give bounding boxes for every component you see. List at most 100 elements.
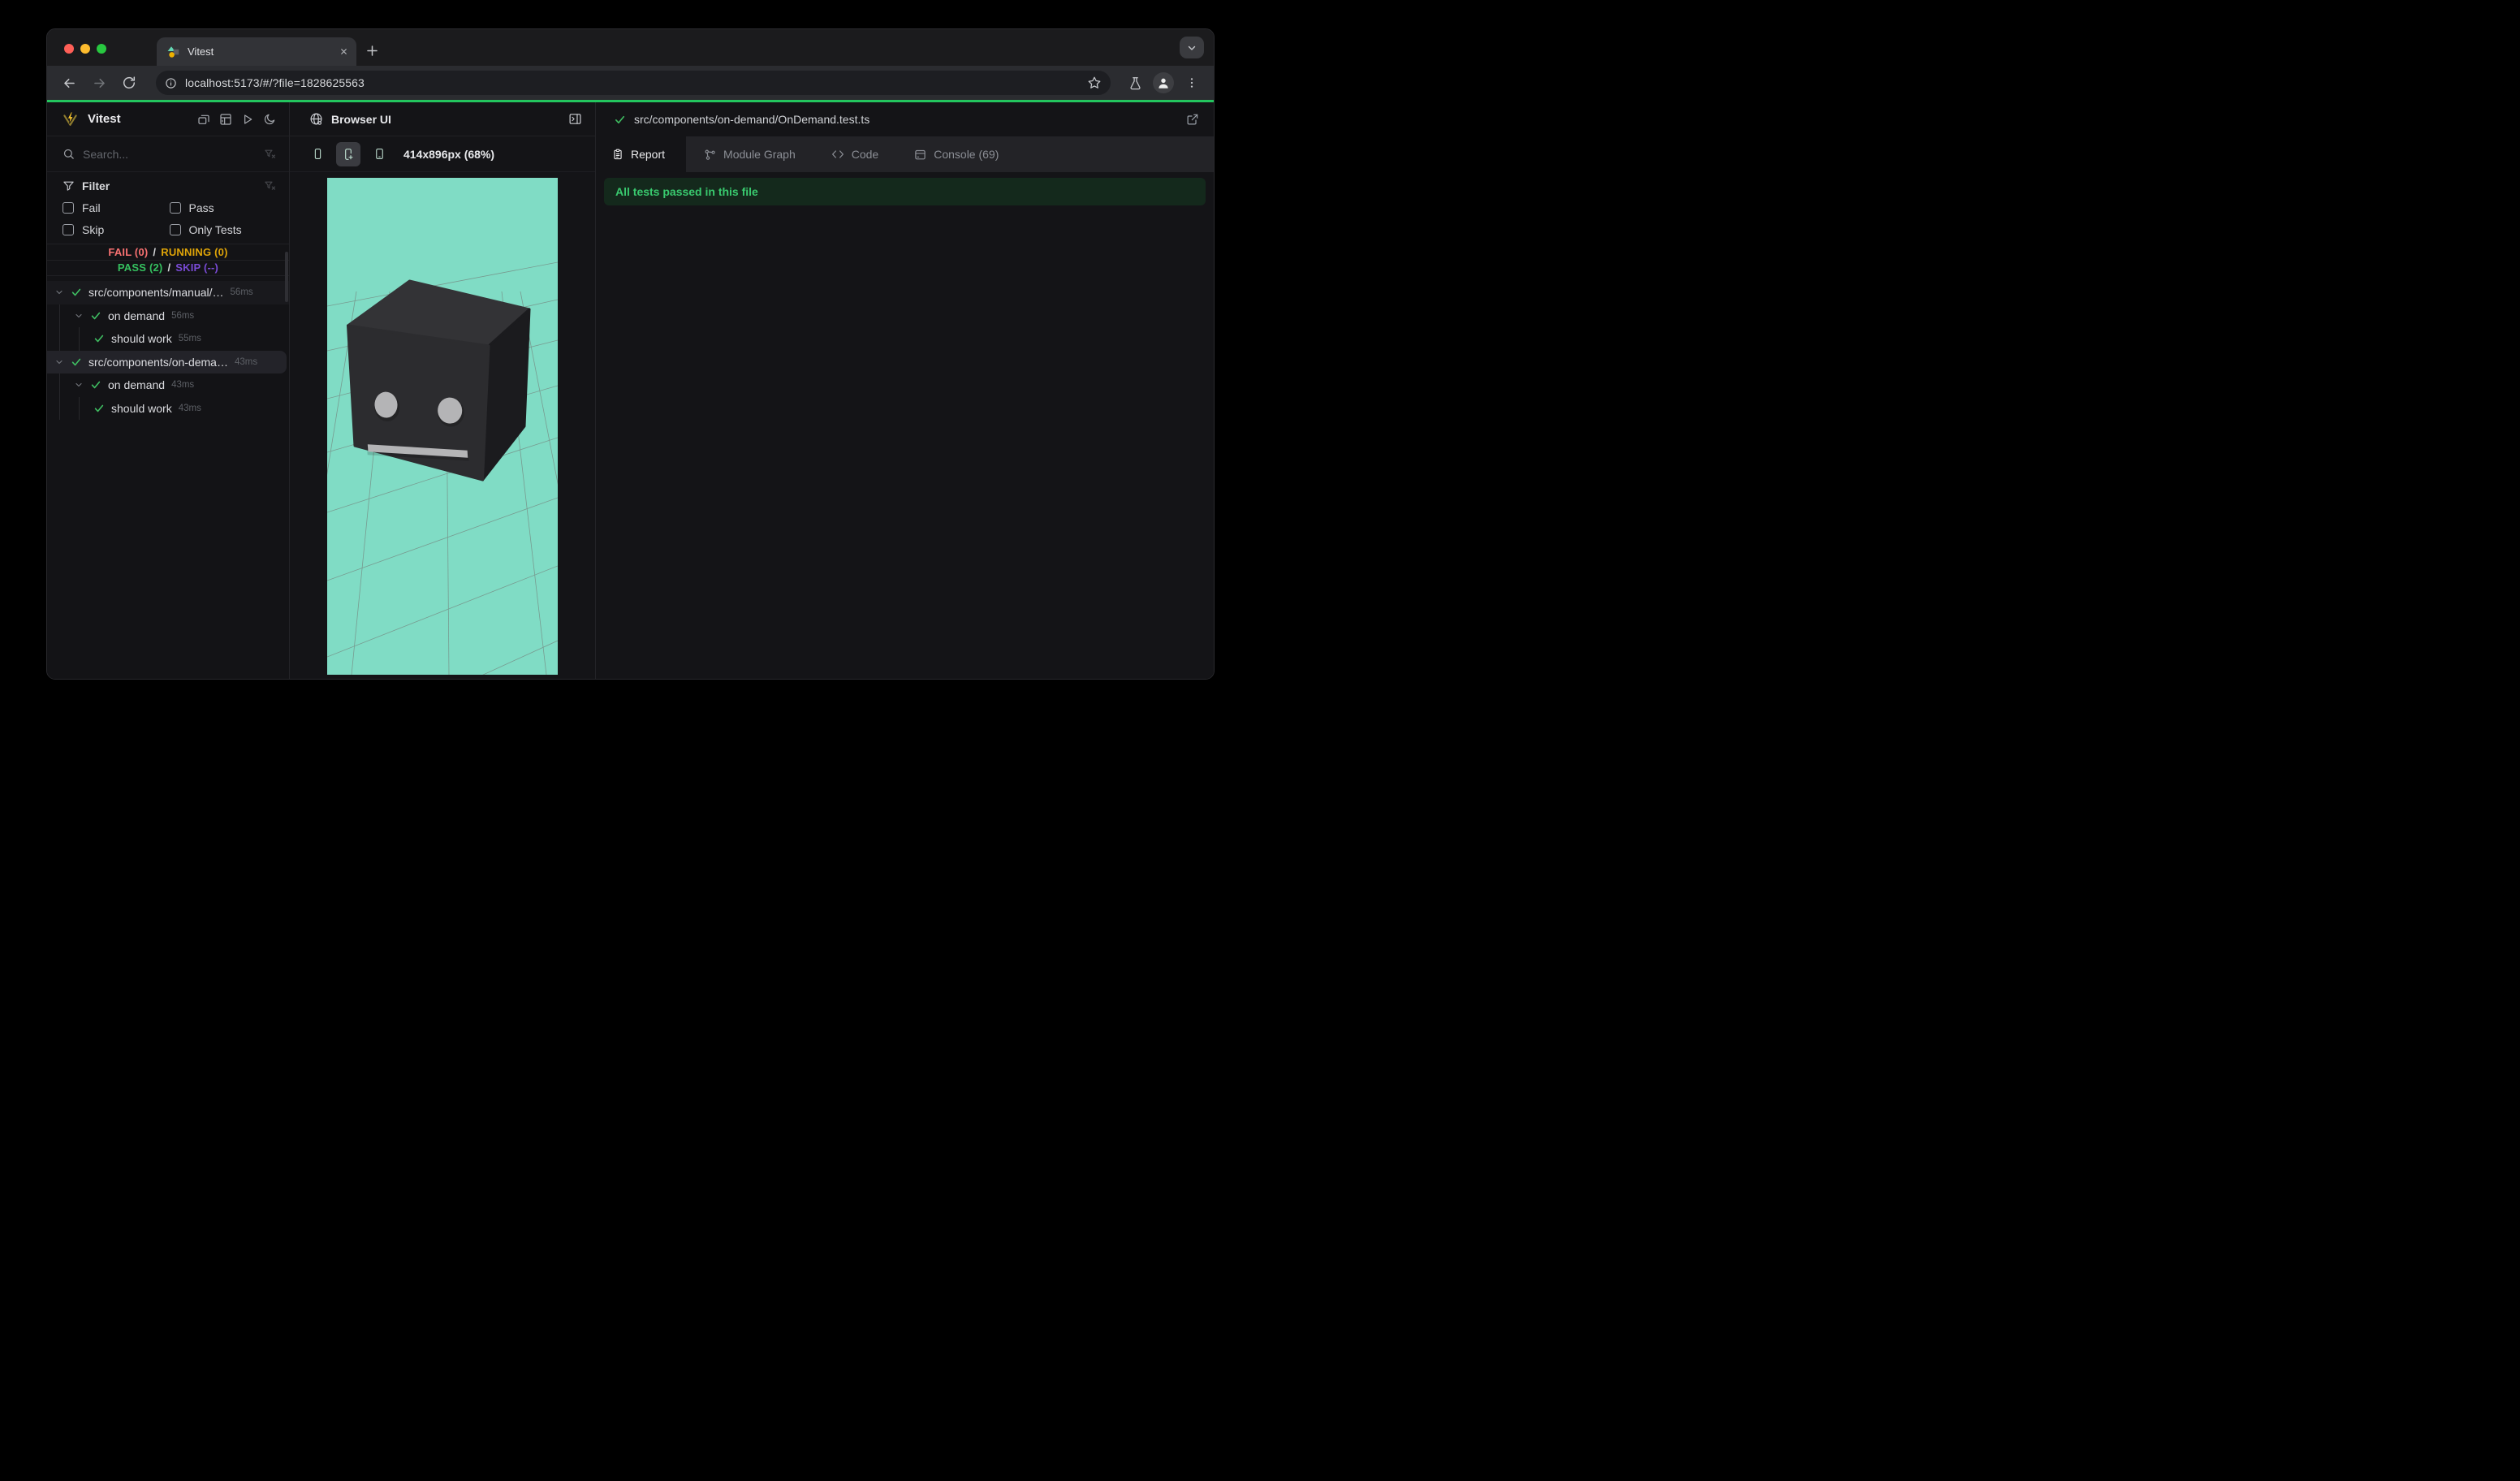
vitest-favicon-icon [167,45,180,58]
search-icon [63,148,75,160]
minimize-window-button[interactable] [80,44,90,54]
tree-row-file[interactable]: src/components/manual/… 56ms [47,281,289,304]
test-file-path: src/components/on-demand/OnDemand.test.t… [634,113,870,126]
search-input[interactable] [83,147,256,161]
preview-area [290,172,595,679]
report-tabbar: Report Module Graph Code Console (69) [596,136,1214,172]
clear-search-filter-icon[interactable] [264,148,276,160]
checkbox[interactable] [169,224,181,235]
all-tests-passed-banner: All tests passed in this file [604,178,1206,205]
chevron-down-icon[interactable] [54,357,64,367]
filter-checkbox-pass[interactable]: Pass [169,201,277,214]
tab-search-button[interactable] [1180,37,1204,58]
console-window-icon [914,149,926,161]
run-all-play-icon[interactable] [241,113,254,126]
report-content: All tests passed in this file [596,172,1214,679]
pass-check-icon [71,287,82,298]
browser-ui-header: Browser UI [290,102,595,136]
sidebar-scrollbar[interactable] [285,252,288,302]
module-graph-icon [704,149,716,161]
file-header: src/components/on-demand/OnDemand.test.t… [596,102,1214,136]
dashboard-icon[interactable] [219,113,232,126]
test-stats: FAIL (0) / RUNNING (0) PASS (2) / SKIP (… [47,244,289,276]
browser-toolbar: localhost:5173/#/?file=1828625563 [47,66,1214,100]
bookmark-star-icon[interactable] [1087,76,1102,90]
new-tab-button[interactable] [365,43,380,58]
filter-checkbox-skip[interactable]: Skip [63,223,170,236]
chevron-down-icon[interactable] [54,287,64,297]
filter-panel: Filter Fail Pass Skip Only Tests [47,172,289,244]
tab-close-icon[interactable] [339,47,348,56]
browser-menu-kebab-icon[interactable] [1181,72,1202,93]
browser-viewport[interactable] [327,178,558,675]
viewport-size-label: 414x896px (68%) [403,147,495,161]
app-title: Vitest [88,112,121,126]
code-brackets-icon [831,148,844,161]
filter-checkbox-fail[interactable]: Fail [63,201,170,214]
site-info-icon[interactable] [165,77,177,89]
file-pass-check-icon [614,114,626,126]
device-toolbar: 414x896px (68%) [290,136,595,172]
vitest-logo-icon [63,111,78,127]
profile-avatar[interactable] [1153,72,1174,93]
tree-row-suite[interactable]: on demand 56ms [47,304,289,327]
sidebar: Vitest Search... Filter Fail Pass Skip O… [47,102,290,679]
tab-module-graph[interactable]: Module Graph [686,136,813,172]
device-tablet-button[interactable] [367,142,391,166]
device-phone-button[interactable] [305,142,330,166]
tree-row-file-selected[interactable]: src/components/on-dema… 43ms [47,350,287,373]
pass-check-icon [90,379,101,391]
report-clipboard-icon [612,149,624,160]
chevron-down-icon[interactable] [74,380,84,390]
panel-title: Browser UI [331,112,391,126]
reload-button[interactable] [118,71,140,94]
filter-title: Filter [82,179,110,192]
pass-count: PASS (2) [117,261,163,274]
pass-check-icon [71,356,82,368]
tree-row-test[interactable]: should work 55ms [47,327,289,351]
url-text[interactable]: localhost:5173/#/?file=1828625563 [185,76,365,89]
browser-ui-panel: Browser UI 414x896px (68%) [290,102,596,679]
pass-check-icon [93,403,105,414]
chevron-down-icon[interactable] [74,311,84,321]
tree-row-suite[interactable]: on demand 43ms [47,373,289,397]
filter-funnel-icon [63,179,75,192]
dark-theme-moon-icon[interactable] [263,113,276,126]
browser-tab[interactable]: Vitest [157,37,356,66]
external-link-icon[interactable] [1186,113,1199,126]
pass-check-icon [90,310,101,322]
experiments-flask-icon[interactable] [1124,72,1146,93]
zoom-window-button[interactable] [97,44,106,54]
report-panel: src/components/on-demand/OnDemand.test.t… [596,102,1214,679]
robot-head-3d-scene [327,178,558,675]
close-window-button[interactable] [64,44,74,54]
vitest-ui: Vitest Search... Filter Fail Pass Skip O… [47,102,1214,679]
checkbox[interactable] [63,224,74,235]
collapse-panels-icon[interactable] [197,113,210,126]
test-tree: src/components/manual/… 56ms on demand 5… [47,276,289,679]
clear-filter-icon[interactable] [264,179,276,192]
forward-button[interactable] [88,71,110,94]
fail-count: FAIL (0) [108,245,149,258]
tab-code[interactable]: Code [813,136,896,172]
tree-row-test[interactable]: should work 43ms [47,396,289,420]
tab-console[interactable]: Console (69) [896,136,1016,172]
open-panel-right-icon[interactable] [568,112,582,126]
globe-icon [309,112,323,126]
window-controls [64,44,106,54]
sidebar-header: Vitest [47,102,289,136]
checkbox[interactable] [169,202,181,214]
tab-title: Vitest [188,45,214,58]
running-count: RUNNING (0) [161,245,228,258]
address-bar[interactable]: localhost:5173/#/?file=1828625563 [156,71,1111,95]
tab-strip: Vitest [47,29,1214,66]
tab-report[interactable]: Report [596,136,687,172]
back-button[interactable] [58,71,80,94]
checkbox[interactable] [63,202,74,214]
skip-count: SKIP (--) [175,261,219,274]
device-phone-plus-button-active[interactable] [336,141,360,166]
pass-check-icon [93,333,105,344]
filter-checkbox-only-tests[interactable]: Only Tests [169,223,277,236]
browser-window: Vitest localhost:5173/#/?file=1828625563 [46,28,1215,680]
search-row [47,136,289,172]
